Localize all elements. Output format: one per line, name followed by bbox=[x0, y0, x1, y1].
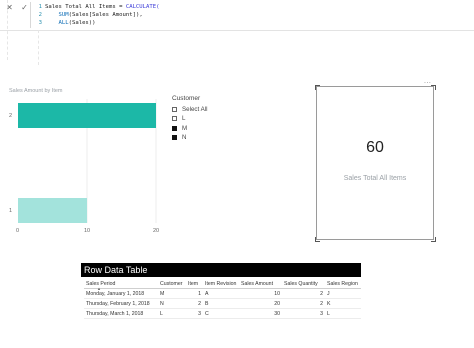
resize-handle[interactable] bbox=[315, 85, 320, 90]
table-cell: K bbox=[325, 298, 361, 309]
function-name: ALL bbox=[58, 20, 69, 26]
table-cell: A bbox=[203, 288, 239, 299]
slicer-item-n[interactable]: N bbox=[172, 134, 186, 141]
check-icon[interactable]: ✓ bbox=[19, 2, 30, 13]
table-cell: L bbox=[158, 308, 186, 319]
resize-handle[interactable] bbox=[431, 85, 436, 90]
slicer-item-l[interactable]: L bbox=[172, 115, 185, 122]
formula-line-1: 1 Sales Total All Items = CALCULATE( bbox=[34, 3, 160, 11]
bar-chart[interactable]: 2 1 0 10 20 bbox=[0, 95, 170, 240]
more-options-icon[interactable]: ... bbox=[424, 78, 431, 85]
canvas-guide bbox=[38, 30, 39, 65]
column-header[interactable]: Sales Amount bbox=[239, 279, 282, 289]
slicer-item-label: M bbox=[182, 125, 188, 132]
card-value: 60 bbox=[366, 139, 384, 156]
tick-label: 0 bbox=[16, 228, 19, 234]
column-header[interactable]: Item bbox=[186, 279, 203, 289]
chart-title: Sales Amount by Item bbox=[9, 88, 63, 94]
category-label: 2 bbox=[9, 113, 12, 119]
column-header[interactable]: Item Revision bbox=[203, 279, 239, 289]
table-cell: 2 bbox=[186, 298, 203, 309]
function-name: SUM bbox=[58, 12, 69, 18]
slicer-item-select-all[interactable]: Select All bbox=[172, 106, 207, 113]
bar-item-1[interactable] bbox=[18, 198, 87, 223]
category-label: 1 bbox=[9, 208, 12, 214]
table-cell: Thursday, March 1, 2018 bbox=[84, 308, 158, 319]
column-header[interactable]: Customer bbox=[158, 279, 186, 289]
canvas-guide bbox=[7, 0, 8, 60]
line-number: 2 bbox=[38, 12, 42, 18]
table-cell: J bbox=[325, 288, 361, 299]
slicer-item-m[interactable]: M bbox=[172, 125, 187, 132]
table-title: Row Data Table bbox=[81, 263, 361, 277]
table-cell: M bbox=[158, 288, 186, 299]
table-cell: 2 bbox=[282, 298, 325, 309]
formula-bar: ✕ ✓ 1 Sales Total All Items = CALCULATE( … bbox=[0, 0, 474, 31]
table-cell: 3 bbox=[282, 308, 325, 319]
table-cell: 3 bbox=[186, 308, 203, 319]
table-cell: 30 bbox=[239, 308, 282, 319]
formula-line-3: 3 ALL(Sales)) bbox=[34, 19, 160, 27]
line-number: 1 bbox=[38, 4, 42, 10]
table-cell: 10 bbox=[239, 288, 282, 299]
function-args: (Sales[Sales Amount]), bbox=[68, 12, 143, 18]
table-cell: N bbox=[158, 298, 186, 309]
table-cell: Monday, January 1, 2018 bbox=[84, 288, 158, 299]
checkbox[interactable] bbox=[172, 135, 177, 140]
table-row: Monday, January 1, 2018 M 1 A 10 2 J bbox=[84, 288, 361, 299]
checkbox[interactable] bbox=[172, 126, 177, 131]
table-row: Thursday, March 1, 2018 L 3 C 30 3 L bbox=[84, 308, 361, 319]
function-args: (Sales)) bbox=[68, 20, 96, 26]
table-cell: 20 bbox=[239, 298, 282, 309]
table-header-row: Sales Period Customer Item Item Revision… bbox=[84, 279, 361, 289]
card-visual[interactable]: 60 Sales Total All Items bbox=[316, 86, 434, 240]
measure-name: Sales Total All Items = bbox=[45, 4, 126, 10]
card-label: Sales Total All Items bbox=[343, 175, 407, 182]
sort-ascending-icon[interactable]: ▲ bbox=[97, 286, 101, 291]
slicer-title: Customer bbox=[172, 95, 201, 102]
function-name: CALCULATE( bbox=[125, 4, 160, 10]
resize-handle[interactable] bbox=[315, 237, 320, 242]
line-number: 3 bbox=[38, 20, 42, 26]
tick-label: 10 bbox=[84, 228, 90, 234]
table-cell: 1 bbox=[186, 288, 203, 299]
formula-editor[interactable]: 1 Sales Total All Items = CALCULATE( 2 SU… bbox=[34, 3, 160, 27]
slicer-item-label: Select All bbox=[182, 106, 208, 113]
tick-label: 20 bbox=[153, 228, 159, 234]
slicer-item-label: N bbox=[182, 134, 187, 141]
column-header[interactable]: Sales Quantity bbox=[282, 279, 325, 289]
bar-item-2[interactable] bbox=[18, 103, 156, 128]
x-icon[interactable]: ✕ bbox=[4, 2, 15, 13]
resize-handle[interactable] bbox=[431, 237, 436, 242]
column-header[interactable]: Sales Region bbox=[325, 279, 361, 289]
column-header[interactable]: Sales Period bbox=[84, 279, 158, 289]
data-table: Sales Period Customer Item Item Revision… bbox=[84, 279, 361, 319]
table-cell: Thursday, February 1, 2018 bbox=[84, 298, 158, 309]
table-cell: C bbox=[203, 308, 239, 319]
formula-line-2: 2 SUM(Sales[Sales Amount]), bbox=[34, 11, 160, 19]
checkbox[interactable] bbox=[172, 116, 177, 121]
table-cell: B bbox=[203, 298, 239, 309]
checkbox[interactable] bbox=[172, 107, 177, 112]
slicer-item-label: L bbox=[182, 115, 186, 122]
table-row: Thursday, February 1, 2018 N 2 B 20 2 K bbox=[84, 298, 361, 309]
table-cell: L bbox=[325, 308, 361, 319]
table-cell: 2 bbox=[282, 288, 325, 299]
formula-divider bbox=[30, 2, 31, 28]
